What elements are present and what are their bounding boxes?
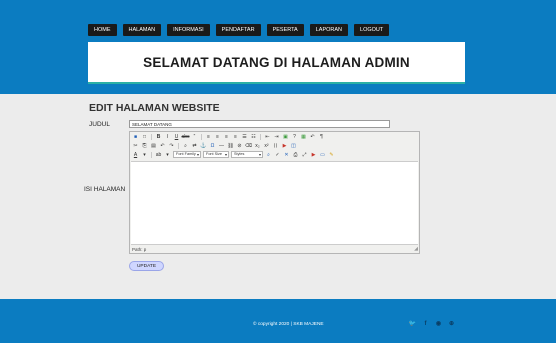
- highlight-icon[interactable]: ab: [155, 151, 162, 158]
- styles-select[interactable]: Styles: [231, 151, 263, 158]
- unlink-icon[interactable]: ⊘: [236, 142, 243, 149]
- rich-text-editor: ■ □ B I U abc “ ≡ ≡ ≡ ≡ ☰ ☷ ⇤ ⇥ ▣ ? ▦ ↶ …: [129, 131, 420, 254]
- toolbar-separator: [260, 133, 261, 140]
- paragraph-icon[interactable]: ¶: [318, 133, 325, 140]
- cleanup-icon[interactable]: ⌫: [245, 142, 252, 149]
- nav-laporan[interactable]: LAPORAN: [309, 24, 349, 36]
- superscript-icon[interactable]: x²: [263, 142, 270, 149]
- editor-toolbar-row-1: ■ □ B I U abc “ ≡ ≡ ≡ ≡ ☰ ☷ ⇤ ⇥ ▣ ? ▦ ↶ …: [130, 132, 419, 141]
- new-document-icon[interactable]: □: [141, 133, 148, 140]
- image-icon[interactable]: ▣: [282, 133, 289, 140]
- subscript-icon[interactable]: x₂: [254, 142, 261, 149]
- binoculars-icon[interactable]: ⌕: [265, 151, 272, 158]
- pencil-icon[interactable]: ✎: [328, 151, 335, 158]
- chevron-down-icon[interactable]: ▾: [141, 151, 148, 158]
- print-icon[interactable]: ⎙: [292, 151, 299, 158]
- twitter-icon[interactable]: 🐦: [408, 319, 417, 328]
- x-icon[interactable]: ✕: [283, 151, 290, 158]
- indent-icon[interactable]: ⇥: [273, 133, 280, 140]
- redo-icon[interactable]: ↷: [168, 142, 175, 149]
- facebook-icon[interactable]: f: [421, 319, 430, 328]
- nav-logout[interactable]: LOGOUT: [354, 24, 390, 36]
- bullet-list-icon[interactable]: ☰: [241, 133, 248, 140]
- header-bar: HOME HALAMAN INFORMASI PENDAFTAR PESERTA…: [0, 0, 556, 94]
- horizontal-rule-icon[interactable]: —: [218, 142, 225, 149]
- italic-icon[interactable]: I: [164, 133, 171, 140]
- nav-home[interactable]: HOME: [88, 24, 117, 36]
- resize-handle-icon[interactable]: ◢: [414, 246, 418, 252]
- media-icon[interactable]: ▶: [281, 142, 288, 149]
- rss-icon[interactable]: ◉: [434, 319, 443, 328]
- nav-peserta[interactable]: PESERTA: [266, 24, 304, 36]
- copyright-text: © copyright 2020 | SKB MAJENE: [253, 322, 324, 327]
- youtube-icon[interactable]: ▶: [310, 151, 317, 158]
- spellcheck-icon[interactable]: ✓: [274, 151, 281, 158]
- social-links: 🐦 f ◉ ⊕: [408, 319, 456, 328]
- align-center-icon[interactable]: ≡: [214, 133, 221, 140]
- font-family-select[interactable]: Font Family: [173, 151, 201, 158]
- help-icon[interactable]: ?: [291, 133, 298, 140]
- banner-title: SELAMAT DATANG DI HALAMAN ADMIN: [143, 54, 410, 70]
- toolbar-separator: [151, 133, 152, 140]
- globe-icon[interactable]: ⊕: [447, 319, 456, 328]
- toolbar-separator: [201, 133, 202, 140]
- editor-path: Path: p: [132, 247, 147, 252]
- bold-icon[interactable]: B: [155, 133, 162, 140]
- table-icon[interactable]: ▦: [300, 133, 307, 140]
- quote-icon[interactable]: “: [191, 133, 198, 140]
- toolbar-separator: [151, 151, 152, 158]
- align-right-icon[interactable]: ≡: [223, 133, 230, 140]
- text-color-icon[interactable]: A: [132, 151, 139, 158]
- anchor-icon[interactable]: ⚓: [200, 142, 207, 149]
- underline-icon[interactable]: U: [173, 133, 180, 140]
- toolbar-separator: [178, 142, 179, 149]
- save-icon[interactable]: ■: [132, 133, 139, 140]
- page-title: EDIT HALAMAN WEBSITE: [89, 102, 220, 114]
- code-icon[interactable]: ⟨⟩: [272, 142, 279, 149]
- strikethrough-icon[interactable]: abc: [181, 133, 189, 140]
- preview-icon[interactable]: ◫: [290, 142, 297, 149]
- align-left-icon[interactable]: ≡: [205, 133, 212, 140]
- outdent-icon[interactable]: ⇤: [264, 133, 271, 140]
- nav-pendaftar[interactable]: PENDAFTAR: [215, 24, 261, 36]
- undo-icon[interactable]: ↶: [159, 142, 166, 149]
- font-size-select[interactable]: Font Size: [203, 151, 229, 158]
- find-icon[interactable]: ⌕: [182, 142, 189, 149]
- cut-icon[interactable]: ✂: [132, 142, 139, 149]
- numbered-list-icon[interactable]: ☷: [250, 133, 257, 140]
- replace-icon[interactable]: ⇄: [191, 142, 198, 149]
- editor-toolbar-row-3: A ▾ ab ▾ Font Family Font Size Styles ⌕ …: [130, 150, 419, 159]
- judul-input[interactable]: [129, 120, 390, 128]
- judul-label: JUDUL: [89, 121, 110, 128]
- editor-toolbar-row-2: ✂ ⎘ ▤ ↶ ↷ ⌕ ⇄ ⚓ Ω — ⛓ ⊘ ⌫ x₂ x² ⟨⟩ ▶ ◫: [130, 141, 419, 150]
- copy-icon[interactable]: ⎘: [141, 142, 148, 149]
- footer-bar: [0, 299, 556, 343]
- paste-icon[interactable]: ▤: [150, 142, 157, 149]
- main-nav: HOME HALAMAN INFORMASI PENDAFTAR PESERTA…: [88, 24, 390, 36]
- align-justify-icon[interactable]: ≡: [232, 133, 239, 140]
- chevron-down-icon[interactable]: ▾: [164, 151, 171, 158]
- fullscreen-icon[interactable]: ⤢: [301, 151, 308, 158]
- update-button[interactable]: UPDATE: [129, 261, 164, 271]
- template-icon[interactable]: ▭: [319, 151, 326, 158]
- nav-informasi[interactable]: INFORMASI: [167, 24, 210, 36]
- editor-content-area[interactable]: [131, 161, 418, 245]
- special-char-icon[interactable]: Ω: [209, 142, 216, 149]
- link-icon[interactable]: ⛓: [227, 142, 234, 149]
- welcome-banner: SELAMAT DATANG DI HALAMAN ADMIN: [88, 42, 465, 84]
- undo-icon[interactable]: ↶: [309, 133, 316, 140]
- isi-halaman-label: ISI HALAMAN: [84, 186, 126, 193]
- nav-halaman[interactable]: HALAMAN: [122, 24, 162, 36]
